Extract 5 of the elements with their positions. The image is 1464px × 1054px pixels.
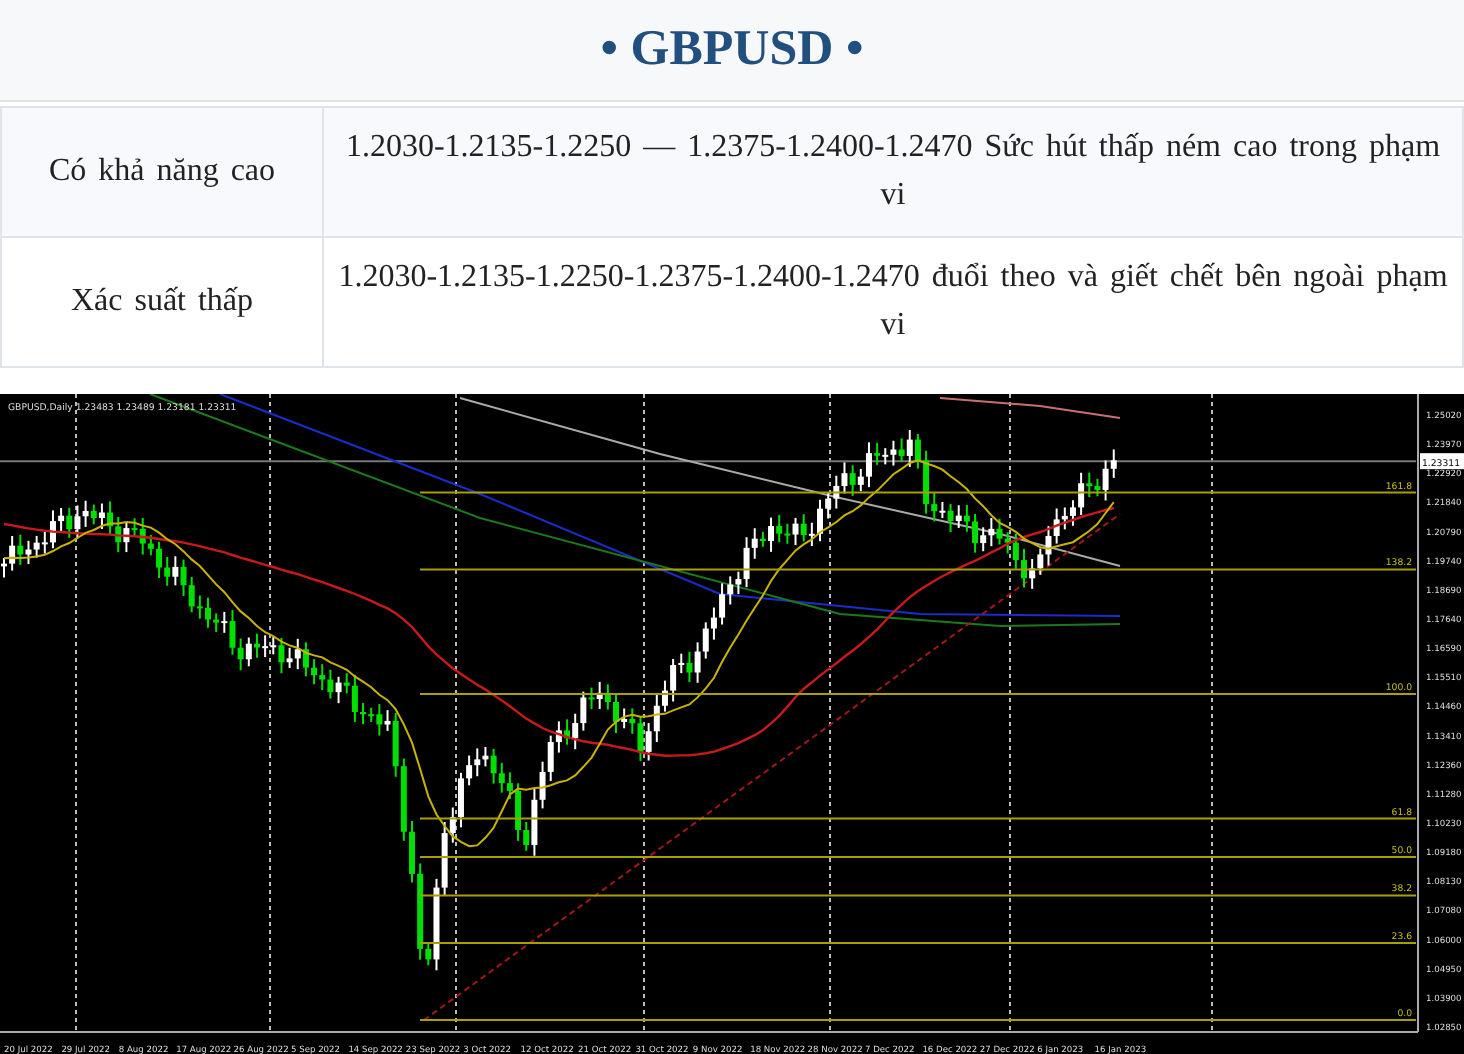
page-title: • GBPUSD • (600, 22, 864, 78)
table-cell: Xác suất thấp (1, 237, 323, 367)
table-cell: 1.2030-1.2135-1.2250-1.2375-1.2400-1.2470 đuổi theo và giết chết bên ngoài phạm vi (323, 237, 1463, 367)
table-cell: 1.2030-1.2135-1.2250 — 1.2375-1.2400-1.2470 Sức hút thấp ném cao trong phạm vi (323, 107, 1463, 237)
table-cell: Có khả năng cao (1, 107, 323, 237)
